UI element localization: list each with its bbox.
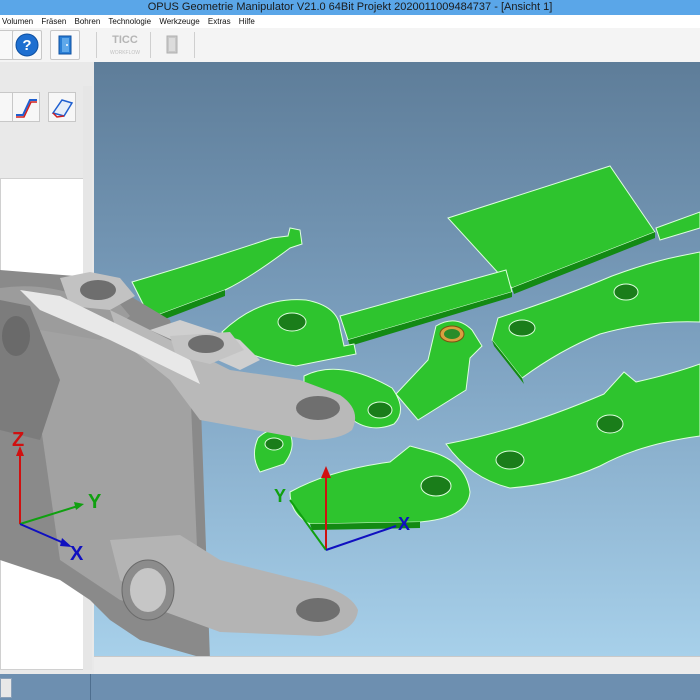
green-arm-lower-hole2 [596,414,624,434]
gray-lower-bore-inner [130,568,166,612]
green-strip-right [655,211,700,241]
gray-boss-top-hole [80,280,116,300]
green-link-bore-inner [444,329,460,339]
green-small-lug-hole [264,437,284,451]
viewport-hscrollbar[interactable] [94,656,700,675]
local-axis-x-label: X [398,514,410,534]
green-long-strip [339,269,513,341]
status-left-widget[interactable] [0,678,12,698]
green-link-center [395,320,483,421]
axis-y-label: Y [88,491,102,513]
green-bracket-hole [277,312,307,332]
green-arm-right-hole2 [613,283,639,301]
axis-z-label: Z [12,429,24,451]
local-axis-z-arrow [321,466,331,478]
3d-scene[interactable]: Z Y X Y X [0,0,700,700]
local-axis-x-line [325,525,397,551]
gray-lever-upper-hole [296,396,340,420]
gray-left-bore [2,316,30,356]
green-plate-top [447,165,656,289]
status-divider [90,674,91,700]
gray-boss-mid-hole [188,335,224,353]
gray-lever-lower-hole [296,598,340,622]
axis-x-label: X [70,543,84,565]
green-arm-right-hole1 [508,319,536,337]
status-bar [0,674,700,700]
local-axis-y-label: Y [274,486,286,506]
green-arm-lower-hole1 [495,450,525,470]
green-ring-hole [367,401,393,419]
green-arm-lower [445,363,700,489]
green-lower-plate-hole [420,475,452,497]
